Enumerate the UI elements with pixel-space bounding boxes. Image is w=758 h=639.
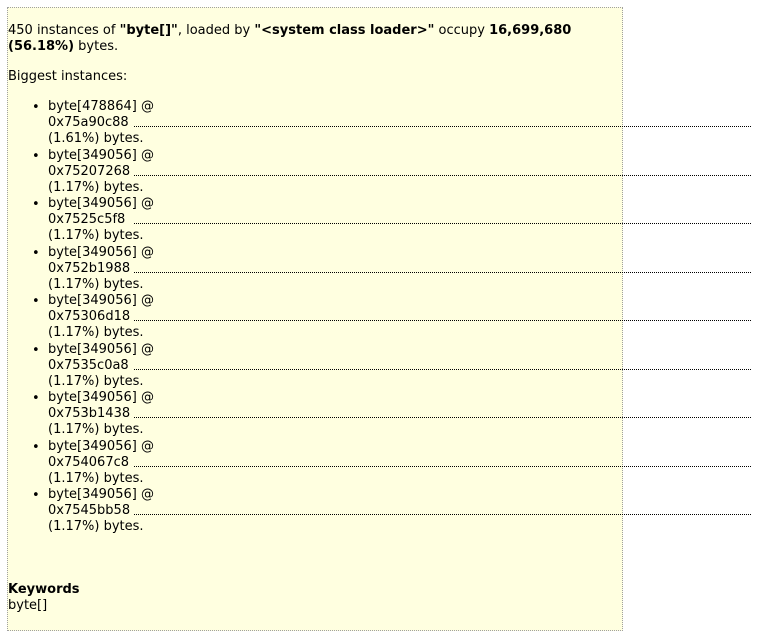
bullet-icon: • bbox=[32, 100, 40, 115]
instance-name: byte[349056] @ bbox=[48, 293, 154, 308]
instance-item: • byte[478864] @ 0x75a90c88 (1.61%) byte… bbox=[0, 99, 751, 148]
dotted-leader bbox=[134, 174, 751, 176]
keywords-section: Keywords byte[] bbox=[8, 582, 80, 614]
instance-item: • byte[349056] @ 0x752b1988 (1.17%) byte… bbox=[0, 245, 751, 294]
instance-name: byte[478864] @ bbox=[48, 99, 154, 114]
instance-item: • byte[349056] @ 0x7535c0a8 (1.17%) byte… bbox=[0, 342, 751, 391]
instance-address: 0x7535c0a8 bbox=[48, 357, 129, 373]
summary-percent: (56.18%) bbox=[8, 39, 75, 54]
dotted-leader bbox=[134, 320, 751, 321]
instance-share: (1.17%) bytes. bbox=[48, 373, 144, 389]
dotted-leader bbox=[134, 271, 751, 273]
instance-name: byte[349056] @ bbox=[48, 196, 154, 211]
instance-address-row: 0x753b1438 bbox=[48, 406, 751, 422]
instance-item: • byte[349056] @ 0x75306d18 (1.17%) byte… bbox=[0, 293, 751, 342]
instance-address-row: 0x7525c5f8 bbox=[48, 212, 751, 228]
bullet-icon: • bbox=[32, 488, 40, 503]
instance-share: (1.17%) bytes. bbox=[48, 179, 144, 195]
instances-summary: 450 instances of "byte[]", loaded by "<s… bbox=[8, 23, 608, 55]
bullet-icon: • bbox=[32, 197, 40, 212]
instance-share: (1.17%) bytes. bbox=[48, 228, 144, 243]
instance-address: 0x75306d18 bbox=[48, 309, 131, 324]
dotted-leader bbox=[134, 126, 751, 127]
summary-bytes: bytes. bbox=[74, 39, 119, 54]
instance-share: (1.17%) bytes. bbox=[48, 325, 144, 340]
keywords-value: byte[] bbox=[8, 598, 48, 613]
biggest-instances-list: • byte[478864] @ 0x75a90c88 (1.61%) byte… bbox=[0, 99, 751, 536]
instance-name: byte[349056] @ bbox=[48, 390, 154, 405]
bullet-icon: • bbox=[32, 148, 40, 164]
instance-address-row: 0x7535c0a8 bbox=[48, 358, 751, 374]
instance-address-row: 0x754067c8 bbox=[48, 455, 751, 471]
instance-address: 0x75a90c88 bbox=[48, 115, 129, 130]
dotted-leader bbox=[134, 368, 751, 370]
instance-name: byte[349056] @ bbox=[48, 438, 154, 454]
instance-address: 0x754067c8 bbox=[48, 454, 130, 470]
instance-name: byte[349056] @ bbox=[48, 487, 154, 502]
instance-address-row: 0x752b1988 bbox=[48, 261, 751, 277]
instance-share: (1.17%) bytes. bbox=[48, 470, 144, 486]
instance-name: byte[349056] @ bbox=[48, 244, 154, 260]
dotted-leader bbox=[134, 514, 751, 515]
instance-address-row: 0x75207268 bbox=[48, 164, 751, 180]
instance-item: • byte[349056] @ 0x7545bb58 (1.17%) byte… bbox=[0, 487, 751, 536]
instance-item: • byte[349056] @ 0x754067c8 (1.17%) byte… bbox=[0, 439, 751, 488]
biggest-instances-label: Biggest instances: bbox=[8, 69, 128, 84]
instance-name: byte[349056] @ bbox=[48, 341, 154, 357]
instance-share: (1.17%) bytes. bbox=[48, 276, 144, 292]
instance-share: (1.17%) bytes. bbox=[48, 422, 144, 437]
instance-address: 0x75207268 bbox=[48, 163, 131, 179]
summary-count: 450 instances of bbox=[8, 23, 120, 38]
bullet-icon: • bbox=[32, 342, 40, 358]
instance-address: 0x7525c5f8 bbox=[48, 212, 126, 227]
keywords-title: Keywords bbox=[8, 582, 80, 597]
instance-share: (1.61%) bytes. bbox=[48, 131, 144, 146]
instance-share: (1.17%) bytes. bbox=[48, 519, 144, 534]
instance-address: 0x753b1438 bbox=[48, 406, 131, 421]
dotted-leader bbox=[134, 417, 751, 418]
instance-name: byte[349056] @ bbox=[48, 147, 154, 163]
dotted-leader bbox=[134, 465, 751, 467]
instance-address-row: 0x7545bb58 bbox=[48, 503, 751, 519]
bullet-icon: • bbox=[32, 245, 40, 261]
dotted-leader bbox=[134, 223, 751, 224]
summary-loader-name: "<system class loader>" bbox=[254, 23, 435, 38]
bullet-icon: • bbox=[32, 391, 40, 406]
summary-loaded-by: , loaded by bbox=[177, 23, 255, 38]
bullet-icon: • bbox=[32, 439, 40, 455]
instance-address: 0x7545bb58 bbox=[48, 503, 131, 518]
instance-item: • byte[349056] @ 0x7525c5f8 (1.17%) byte… bbox=[0, 196, 751, 245]
instance-address-row: 0x75306d18 bbox=[48, 309, 751, 325]
summary-size: 16,699,680 bbox=[489, 23, 572, 38]
instance-address-row: 0x75a90c88 bbox=[48, 115, 751, 131]
instance-item: • byte[349056] @ 0x753b1438 (1.17%) byte… bbox=[0, 390, 751, 439]
instance-item: • byte[349056] @ 0x75207268 (1.17%) byte… bbox=[0, 148, 751, 197]
instance-address: 0x752b1988 bbox=[48, 260, 131, 276]
summary-class-name: "byte[]" bbox=[119, 23, 178, 38]
bullet-icon: • bbox=[32, 294, 40, 309]
summary-occupy: occupy bbox=[434, 23, 490, 38]
